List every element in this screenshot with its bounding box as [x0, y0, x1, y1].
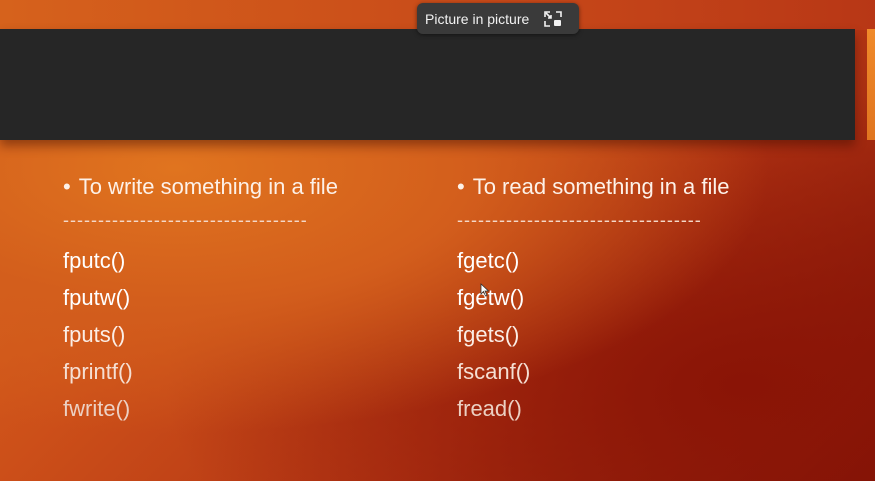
read-heading-text: To read something in a file — [472, 174, 730, 199]
list-item: fprintf() — [63, 359, 133, 384]
picture-in-picture-button[interactable]: Picture in picture — [417, 3, 579, 34]
write-heading-text: To write something in a file — [78, 174, 338, 199]
slide-title-bar — [0, 29, 855, 140]
list-item: fputs() — [63, 322, 126, 347]
list-item: fscanf() — [457, 359, 531, 384]
bullet-icon: • — [457, 174, 465, 199]
list-item: fread() — [457, 396, 522, 421]
read-separator: ----------------------------------- — [457, 210, 702, 230]
mouse-cursor-icon — [480, 283, 490, 297]
list-item: fgetw() — [457, 285, 525, 310]
picture-in-picture-icon — [543, 10, 563, 28]
read-function-list: fgetc() fgetw() fgets() fscanf() fread() — [457, 242, 730, 427]
list-item: fwrite() — [63, 396, 131, 421]
list-item: fputc() — [63, 248, 126, 273]
write-function-list: fputc() fputw() fputs() fprintf() fwrite… — [63, 242, 338, 427]
read-heading: • To read something in a file — [457, 170, 730, 204]
write-functions-column: • To write something in a file ----------… — [63, 170, 338, 427]
write-separator: ----------------------------------- — [63, 210, 308, 230]
list-item: fputw() — [63, 285, 131, 310]
slide-accent-strip — [867, 29, 875, 140]
list-item: fgetc() — [457, 248, 520, 273]
write-heading: • To write something in a file — [63, 170, 338, 204]
list-item: fgets() — [457, 322, 520, 347]
picture-in-picture-label: Picture in picture — [425, 10, 530, 27]
read-functions-column: • To read something in a file -----------… — [457, 170, 730, 427]
bullet-icon: • — [63, 174, 71, 199]
